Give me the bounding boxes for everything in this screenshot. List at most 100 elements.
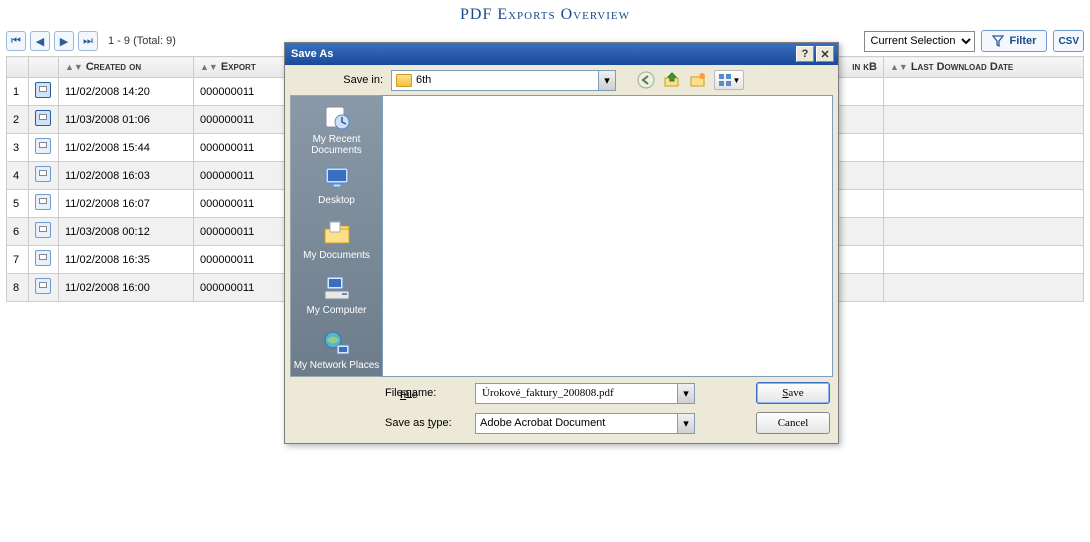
dialog-titlebar[interactable]: Save As ? ✕ xyxy=(285,43,838,65)
cell-export: 000000011 xyxy=(194,162,294,190)
dialog-close-button[interactable]: ✕ xyxy=(816,46,834,62)
save-in-label: Save in: xyxy=(293,74,383,86)
page-title: PDF Exports Overview xyxy=(0,0,1090,28)
desktop-icon xyxy=(321,163,353,193)
chevron-down-icon[interactable]: ▾ xyxy=(677,384,694,403)
cell-last-download xyxy=(884,190,1084,218)
cell-export: 000000011 xyxy=(194,218,294,246)
folder-icon xyxy=(396,74,412,87)
place-network-places[interactable]: My Network Places xyxy=(294,323,380,376)
cell-created-on: 11/02/2008 16:00 xyxy=(59,274,194,302)
chevron-down-icon[interactable]: ▾ xyxy=(598,71,615,90)
filter-button[interactable]: Filter xyxy=(981,30,1048,52)
my-documents-icon xyxy=(321,218,353,248)
col-icon xyxy=(29,57,59,78)
download-cell[interactable] xyxy=(29,134,59,162)
download-cell[interactable] xyxy=(29,274,59,302)
row-number: 4 xyxy=(7,162,29,190)
cell-last-download xyxy=(884,78,1084,106)
pager-status: 1 - 9 (Total: 9) xyxy=(108,35,176,47)
chevron-down-icon: ▼ xyxy=(733,76,741,85)
download-cell[interactable] xyxy=(29,190,59,218)
row-number: 5 xyxy=(7,190,29,218)
save-icon[interactable] xyxy=(35,278,51,294)
row-number: 8 xyxy=(7,274,29,302)
file-list-pane[interactable] xyxy=(382,95,833,377)
places-bar: My Recent Documents Desktop My Documents… xyxy=(290,95,382,377)
place-my-computer[interactable]: My Computer xyxy=(294,268,380,321)
csv-export-button[interactable]: CSV xyxy=(1053,30,1084,52)
download-cell[interactable] xyxy=(29,162,59,190)
col-last-download[interactable]: ▲▼Last Download Date xyxy=(884,57,1084,78)
save-in-dropdown[interactable]: 6th ▾ xyxy=(391,70,616,91)
save-icon[interactable] xyxy=(35,222,51,238)
back-button[interactable] xyxy=(636,70,656,90)
row-number: 3 xyxy=(7,134,29,162)
network-places-icon xyxy=(321,328,353,358)
cell-created-on: 11/02/2008 15:44 xyxy=(59,134,194,162)
chevron-down-icon[interactable]: ▾ xyxy=(677,414,694,433)
download-cell[interactable] xyxy=(29,106,59,134)
download-cell[interactable] xyxy=(29,246,59,274)
cell-created-on: 11/03/2008 01:06 xyxy=(59,106,194,134)
cell-last-download xyxy=(884,134,1084,162)
filename-input[interactable]: ▾ xyxy=(475,383,695,404)
row-number: 6 xyxy=(7,218,29,246)
new-folder-icon xyxy=(689,71,707,89)
save-icon[interactable] xyxy=(35,138,51,154)
place-my-documents[interactable]: My Documents xyxy=(294,213,380,266)
back-arrow-icon xyxy=(637,71,655,89)
dialog-help-button[interactable]: ? xyxy=(796,46,814,62)
col-created-on[interactable]: ▲▼Created on xyxy=(59,57,194,78)
filter-button-label: Filter xyxy=(1010,35,1037,47)
cell-export: 000000011 xyxy=(194,246,294,274)
save-icon[interactable] xyxy=(35,110,51,126)
place-desktop[interactable]: Desktop xyxy=(294,158,380,211)
cell-export: 000000011 xyxy=(194,134,294,162)
dialog-title-text: Save As xyxy=(291,48,333,60)
save-in-value: 6th xyxy=(416,74,431,86)
view-menu-button[interactable]: ▼ xyxy=(714,70,744,90)
cell-created-on: 11/02/2008 14:20 xyxy=(59,78,194,106)
col-export[interactable]: ▲▼Export xyxy=(194,57,294,78)
new-folder-button[interactable] xyxy=(688,70,708,90)
download-cell[interactable] xyxy=(29,218,59,246)
place-recent-documents[interactable]: My Recent Documents xyxy=(294,102,380,156)
pager-first-button[interactable]: ⏮ xyxy=(6,31,26,51)
filename-field[interactable] xyxy=(480,386,674,400)
cell-export: 000000011 xyxy=(194,78,294,106)
row-number: 7 xyxy=(7,246,29,274)
save-icon[interactable] xyxy=(35,166,51,182)
row-number: 1 xyxy=(7,78,29,106)
cell-export: 000000011 xyxy=(194,274,294,302)
save-icon[interactable] xyxy=(35,250,51,266)
download-cell[interactable] xyxy=(29,78,59,106)
cell-created-on: 11/02/2008 16:03 xyxy=(59,162,194,190)
save-button[interactable]: Save xyxy=(756,382,830,404)
cell-last-download xyxy=(884,218,1084,246)
col-rownum xyxy=(7,57,29,78)
funnel-icon xyxy=(992,35,1004,47)
save-as-type-value: Adobe Acrobat Document xyxy=(480,417,605,429)
selection-filter-select[interactable]: Current Selection xyxy=(864,31,975,52)
save-button-rest: ave xyxy=(788,387,803,399)
my-computer-icon xyxy=(321,273,353,303)
save-as-dialog: Save As ? ✕ Save in: 6th ▾ xyxy=(284,42,839,444)
cancel-button[interactable]: Cancel xyxy=(756,412,830,434)
save-as-type-select[interactable]: Adobe Acrobat Document ▾ xyxy=(475,413,695,434)
up-one-level-button[interactable] xyxy=(662,70,682,90)
cell-export: 000000011 xyxy=(194,190,294,218)
save-icon[interactable] xyxy=(35,82,51,98)
cell-last-download xyxy=(884,162,1084,190)
cell-last-download xyxy=(884,246,1084,274)
view-icon xyxy=(718,73,732,87)
pager-last-button[interactable]: ⏭ xyxy=(78,31,98,51)
cell-created-on: 11/02/2008 16:07 xyxy=(59,190,194,218)
cell-last-download xyxy=(884,106,1084,134)
pager-next-button[interactable]: ▶ xyxy=(54,31,74,51)
cell-created-on: 11/02/2008 16:35 xyxy=(59,246,194,274)
cell-created-on: 11/03/2008 00:12 xyxy=(59,218,194,246)
cell-last-download xyxy=(884,274,1084,302)
pager-prev-button[interactable]: ◀ xyxy=(30,31,50,51)
save-icon[interactable] xyxy=(35,194,51,210)
